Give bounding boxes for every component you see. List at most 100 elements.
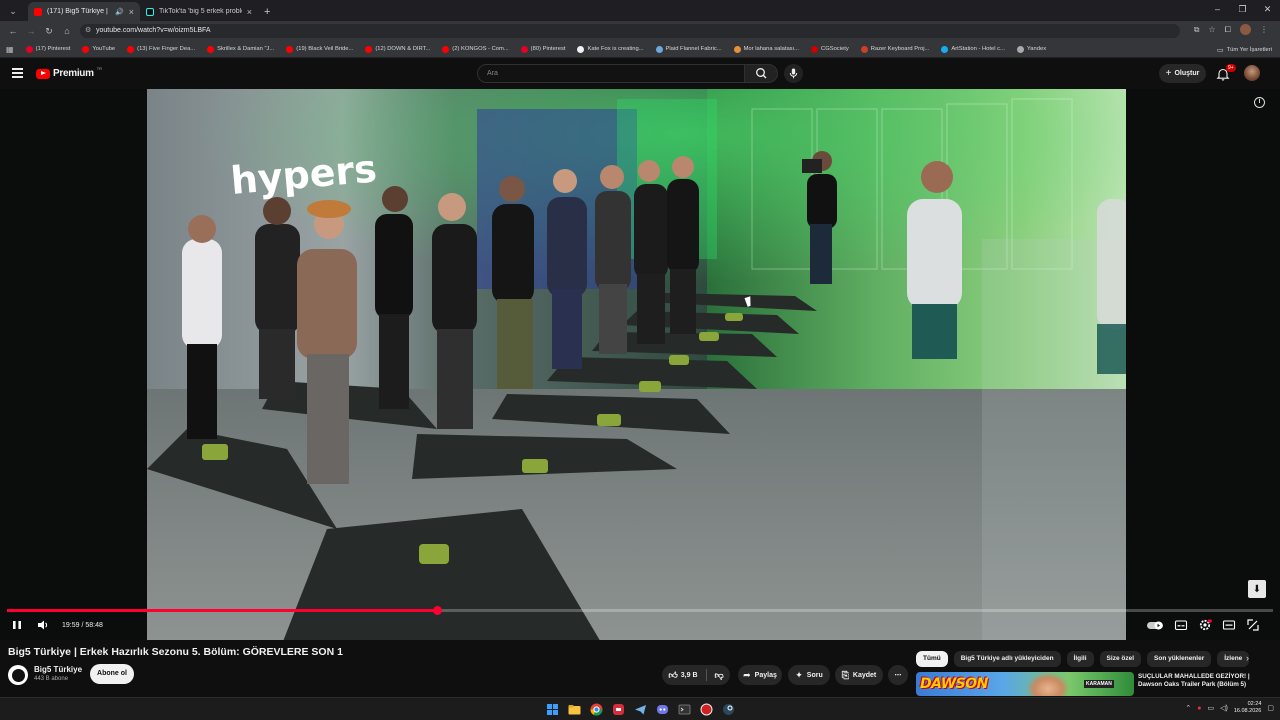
chip-0[interactable]: Tümü	[916, 651, 948, 667]
windows-start-icon[interactable]	[545, 702, 560, 717]
like-button[interactable]: 👍︎ 3,9 B	[668, 670, 697, 681]
file-explorer-icon[interactable]	[567, 702, 582, 717]
tab-tiktok[interactable]: TikTok'ta 'big 5 erkek problem... ×	[140, 2, 258, 21]
bookmark-item[interactable]: Mor lahana salatası...	[728, 45, 805, 53]
all-bookmarks-label: Tüm Yer İşaretleri	[1226, 46, 1272, 53]
all-bookmarks[interactable]: ▭ Tüm Yer İşaretleri	[1217, 41, 1272, 58]
video-frame: hypers	[147, 89, 1126, 640]
chevron-right-icon[interactable]: ›	[1246, 653, 1249, 663]
microphone-icon	[789, 68, 798, 79]
bookmark-favicon-icon	[1016, 45, 1024, 53]
back-icon[interactable]: ←	[4, 26, 22, 36]
notifications-icon[interactable]: ▢	[1267, 704, 1274, 712]
bookmark-star-icon[interactable]: ☆	[1208, 25, 1215, 34]
url-field[interactable]: ⚙ youtube.com/watch?v=w/oizm5LBFA	[80, 24, 1180, 38]
extensions-icon[interactable]: ⧠	[1225, 25, 1231, 35]
apps-icon[interactable]: ▦	[0, 45, 20, 54]
home-icon[interactable]: ⌂	[58, 26, 76, 36]
speaker-icon[interactable]: 🔊	[115, 8, 124, 16]
bookmark-item[interactable]: (17) Pinterest	[20, 45, 77, 53]
progress-scrubber[interactable]	[433, 606, 443, 615]
channel-avatar[interactable]	[8, 665, 28, 685]
save-button[interactable]: ⎘ Kaydet	[835, 665, 883, 685]
bookmark-item[interactable]: (13) Five Finger Dea...	[121, 45, 201, 53]
network-icon[interactable]: ▭	[1208, 704, 1215, 712]
plus-icon: +	[1165, 68, 1172, 79]
bookmark-item[interactable]: CGSociety	[805, 45, 855, 53]
chrome-icon[interactable]	[589, 702, 604, 717]
tab-search-icon[interactable]: ⌄	[4, 6, 22, 17]
bookmark-item[interactable]: (19) Black Veil Bride...	[280, 45, 359, 53]
bookmark-item[interactable]: Skrillex & Damian "J...	[201, 45, 280, 53]
pause-icon[interactable]	[10, 618, 24, 632]
maximize-icon[interactable]: ❐	[1230, 0, 1255, 21]
save-label: Kaydet	[852, 671, 877, 679]
bookmark-item[interactable]: ArtStation - Hotel c...	[935, 45, 1010, 53]
progress-bar[interactable]	[7, 606, 1273, 615]
site-info-icon[interactable]: ⚙	[85, 24, 91, 38]
close-tab-icon[interactable]: ×	[247, 7, 252, 17]
app-icon[interactable]	[699, 702, 714, 717]
channel-name[interactable]: Big5 Türkiye	[34, 665, 82, 674]
bookmark-item[interactable]: Plaid Flannel Fabric...	[650, 45, 728, 53]
subtitles-icon[interactable]	[1174, 618, 1188, 632]
autoplay-toggle-icon[interactable]	[1146, 618, 1164, 632]
close-tab-icon[interactable]: ×	[129, 7, 134, 17]
voice-search-button[interactable]	[784, 64, 803, 83]
youtube-favicon-icon	[34, 7, 42, 16]
hamburger-menu-icon[interactable]	[12, 68, 23, 78]
bookmark-item[interactable]: (12) DOWN & DIRT...	[359, 45, 436, 53]
volume-icon[interactable]	[36, 618, 50, 632]
recommended-video-title[interactable]: SUÇLULAR MAHALLEDE GEZİYOR! | Dawson Oak…	[1138, 673, 1268, 689]
download-icon[interactable]: ⬇	[1248, 580, 1266, 598]
bookmark-item[interactable]: Razer Keyboard Proj...	[855, 45, 936, 53]
bookmark-icon: ⎘	[841, 669, 849, 680]
tab-youtube[interactable]: (171) Big5 Türkiye | Erkek H 🔊 ×	[28, 2, 140, 21]
mic-tray-icon[interactable]: ●	[1197, 705, 1201, 712]
subscribe-button[interactable]: Abone ol	[90, 664, 134, 684]
discord-icon[interactable]	[655, 702, 670, 717]
more-icon[interactable]: ⋮	[1260, 25, 1268, 34]
create-button[interactable]: + Oluştur	[1159, 64, 1206, 83]
more-actions-button[interactable]: ⋯	[888, 665, 908, 685]
clock[interactable]: 02:24 16.08.2026	[1234, 701, 1262, 715]
terminal-icon[interactable]	[677, 702, 692, 717]
chip-1[interactable]: Big5 Türkiye adlı yükleyiciden	[953, 651, 1061, 667]
speaker-tray-icon[interactable]: ◁)	[1220, 704, 1228, 712]
close-window-icon[interactable]: ✕	[1255, 0, 1280, 21]
share-button[interactable]: ➦ Paylaş	[738, 665, 782, 685]
chip-2[interactable]: İlgili	[1066, 651, 1094, 667]
bookmark-favicon-icon	[207, 45, 215, 53]
account-avatar[interactable]	[1244, 65, 1260, 81]
bookmark-label: Kate Fox is creating...	[587, 46, 644, 52]
fullscreen-icon[interactable]	[1246, 618, 1260, 632]
youtube-premium-logo[interactable]: Premium TR	[36, 66, 102, 79]
ask-button[interactable]: ✦ Soru	[788, 665, 830, 685]
recommended-video-thumbnail[interactable]: DAWSON KARAMAN	[916, 672, 1134, 696]
info-icon[interactable]: i	[1254, 97, 1265, 108]
bookmark-item[interactable]: Yandex	[1011, 45, 1052, 53]
profile-icon[interactable]	[1240, 24, 1251, 35]
miniplayer-icon[interactable]	[1222, 618, 1236, 632]
reload-icon[interactable]: ↻	[40, 26, 58, 37]
chevron-up-icon[interactable]: ⌃	[1185, 704, 1191, 712]
install-icon[interactable]: ⧉	[1194, 25, 1200, 35]
bookmark-item[interactable]: (80) Pinterest	[515, 45, 572, 53]
new-tab-button[interactable]: +	[258, 2, 276, 21]
red-app-icon[interactable]	[611, 702, 626, 717]
settings-gear-icon[interactable]	[1198, 618, 1212, 632]
bookmark-item[interactable]: (2) KONGOS - Com...	[436, 45, 514, 53]
chip-4[interactable]: Son yüklenenler	[1147, 651, 1212, 667]
thumbs-down-icon[interactable]: 👎︎	[715, 670, 724, 681]
search-button[interactable]	[745, 64, 778, 83]
telegram-icon[interactable]	[633, 702, 648, 717]
chip-3[interactable]: Size özel	[1099, 651, 1142, 667]
bookmark-item[interactable]: Kate Fox is creating...	[571, 45, 649, 53]
video-player[interactable]: hypers i ⬇ 19:59 / 58:48	[0, 89, 1280, 640]
search-input[interactable]: Ara	[477, 64, 745, 83]
steam-icon[interactable]	[721, 702, 736, 717]
minimize-icon[interactable]: –	[1205, 0, 1230, 21]
chip-5[interactable]: İzlene	[1217, 651, 1250, 667]
forward-icon[interactable]: →	[22, 26, 40, 36]
bookmark-item[interactable]: YouTube	[76, 45, 121, 53]
